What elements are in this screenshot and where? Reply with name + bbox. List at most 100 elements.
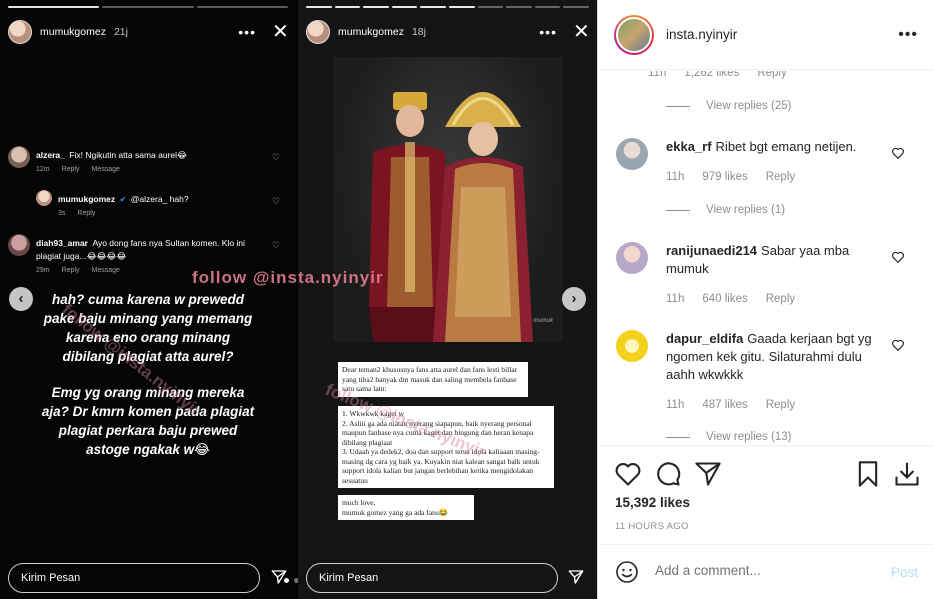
comment-meta: 11h 979 likes Reply	[666, 171, 813, 183]
avatar	[36, 190, 52, 206]
comments-panel: insta.nyinyir ••• 11h 1,262 likes Reply Vi…	[597, 0, 934, 599]
comment-text: @alzera_ hah?	[130, 194, 189, 204]
story-progress	[8, 6, 288, 8]
view-replies-label[interactable]: View replies (1)	[706, 204, 785, 216]
reply-link[interactable]: Reply	[757, 71, 786, 79]
story-left: mumukgomez 21j ••• ✕ alzera_ Fix! Ngikut…	[0, 0, 296, 599]
avatar[interactable]	[8, 20, 32, 44]
story-time: 21j	[113, 26, 128, 38]
message-link: Message	[91, 267, 120, 274]
close-icon[interactable]: ✕	[272, 22, 289, 42]
heart-icon[interactable]	[891, 250, 905, 264]
comment-likes[interactable]: 640 likes	[702, 293, 747, 305]
bookmark-icon[interactable]	[854, 460, 882, 488]
more-options-icon[interactable]: •••	[898, 26, 918, 44]
reply-link: Reply	[61, 267, 80, 274]
post-media: mumukgomez 21j ••• ✕ alzera_ Fix! Ngikut…	[0, 0, 597, 599]
post-actions: 15,392 likes 11 HOURS AGO	[598, 445, 934, 545]
comment-likes[interactable]: 979 likes	[702, 171, 747, 183]
avatar[interactable]	[614, 14, 654, 55]
watermark: follow @insta.nyinyir	[192, 268, 384, 287]
comment-list: 11h 1,262 likes Reply View replies (25) ek…	[598, 71, 934, 445]
send-icon[interactable]	[270, 568, 288, 586]
download-icon[interactable]	[893, 460, 921, 488]
comment-username: diah93_amar	[36, 238, 88, 248]
next-arrow-icon[interactable]: ›	[562, 287, 586, 311]
comment-time: 11h	[648, 71, 667, 79]
story-right: mumukgomez 18j ••• ✕ mumuk Dear teman2 k…	[298, 0, 597, 599]
post-button[interactable]: Post	[891, 565, 918, 580]
heart-icon: ♡	[271, 240, 280, 250]
note-paragraph: Dear teman2 khususnya fans atta aurel da…	[338, 362, 528, 397]
message-link: Message	[91, 166, 120, 173]
post-username[interactable]: insta.nyinyir	[666, 27, 737, 42]
wedding-photo: mumuk	[333, 57, 563, 342]
view-replies[interactable]: View replies (25)	[666, 100, 791, 112]
comment-username[interactable]: ranijunaedi214	[666, 243, 757, 258]
story-username[interactable]: mumukgomez	[338, 26, 404, 38]
likes-count[interactable]: 15,392 likes	[615, 495, 690, 510]
emoji-icon[interactable]	[615, 560, 639, 584]
previous-arrow-icon[interactable]: ‹	[9, 287, 33, 311]
comment-time: 11h	[666, 293, 685, 305]
comment-likes[interactable]: 1,262 likes	[684, 71, 739, 79]
comment-username[interactable]: dapur_eldifa	[666, 331, 743, 346]
comment-text: Fix! Ngikutin atta sama aurel😂	[69, 150, 187, 160]
verified-badge-icon: ✔	[119, 195, 127, 204]
story-header: mumukgomez 18j ••• ✕	[306, 18, 590, 46]
comment-username: alzera_	[36, 150, 65, 160]
avatar[interactable]	[616, 138, 648, 170]
story-reply-input[interactable]: Kirim Pesan	[306, 563, 558, 593]
heart-icon[interactable]	[891, 146, 905, 160]
more-options-icon[interactable]: •••	[539, 24, 557, 40]
share-send-icon[interactable]	[694, 460, 722, 488]
note-paragraph: much love, mumuk gomez yang ga ada fans😂	[338, 495, 474, 520]
story-caption-paragraph: hah? cuma karena w prewedd pake baju min…	[43, 292, 253, 364]
heart-icon: ♡	[271, 196, 280, 206]
heart-icon: ♡	[271, 152, 280, 162]
post-time-ago: 11 HOURS AGO	[615, 521, 689, 532]
story-header: mumukgomez 21j ••• ✕	[8, 18, 289, 46]
reply-link[interactable]: Reply	[766, 293, 795, 305]
comment-meta: 11h 640 likes Reply	[666, 293, 813, 305]
story-username[interactable]: mumukgomez	[40, 26, 106, 38]
reply-link[interactable]: Reply	[766, 399, 795, 411]
comment-time: 11h	[666, 399, 685, 411]
comment-likes[interactable]: 487 likes	[702, 399, 747, 411]
photo-signature: mumuk	[533, 318, 553, 324]
story-time: 18j	[411, 26, 426, 38]
comment-username: mumukgomez	[58, 194, 116, 204]
avatar	[8, 146, 30, 168]
comment-bubble-icon[interactable]	[654, 460, 682, 488]
story-reply-input[interactable]: Kirim Pesan	[8, 563, 260, 593]
add-comment-bar: Post	[598, 544, 934, 599]
reply-link[interactable]: Reply	[766, 171, 795, 183]
comment-time: 11h	[666, 171, 685, 183]
send-icon[interactable]	[567, 568, 585, 586]
comment-meta: 11h 487 likes Reply	[666, 399, 813, 411]
more-options-icon[interactable]: •••	[238, 24, 256, 40]
carousel-dot	[284, 578, 289, 583]
view-replies[interactable]: View replies (1)	[666, 204, 785, 216]
post-header: insta.nyinyir •••	[598, 0, 934, 70]
close-icon[interactable]: ✕	[573, 22, 590, 42]
comment-username[interactable]: ekka_rf	[666, 139, 712, 154]
heart-icon[interactable]	[891, 338, 905, 352]
view-replies[interactable]: View replies (13)	[666, 431, 791, 443]
avatar[interactable]	[306, 20, 330, 44]
comment-age: 12m	[36, 166, 50, 173]
avatar[interactable]	[616, 330, 648, 362]
comment-text: Ribet bgt emang netijen.	[715, 139, 857, 154]
view-replies-label[interactable]: View replies (25)	[706, 100, 791, 112]
avatar	[8, 234, 30, 256]
avatar[interactable]	[616, 242, 648, 274]
comment-age: 3s	[58, 210, 66, 217]
reply-link: Reply	[77, 210, 96, 217]
comment-meta: 11h 1,262 likes Reply	[648, 71, 805, 79]
couple-illustration	[369, 92, 533, 342]
like-heart-icon[interactable]	[614, 460, 642, 488]
comment-age: 29m	[36, 267, 50, 274]
add-comment-input[interactable]	[655, 563, 875, 578]
reply-link: Reply	[61, 166, 80, 173]
view-replies-label[interactable]: View replies (13)	[706, 431, 791, 443]
